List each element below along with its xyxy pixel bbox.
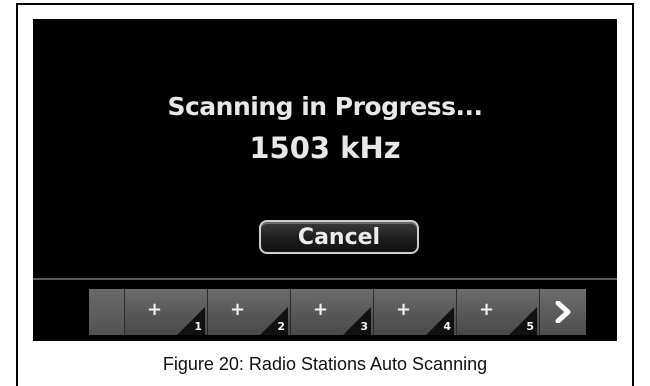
- preset-number: 1: [194, 320, 202, 333]
- figure-caption: Figure 20: Radio Stations Auto Scanning: [162, 354, 488, 374]
- plus-icon: +: [479, 299, 495, 320]
- preset-button-5[interactable]: + 5: [457, 289, 540, 335]
- preset-bar-start: [89, 289, 125, 335]
- frequency-readout: 1503 kHz: [249, 131, 401, 165]
- divider: [33, 278, 617, 280]
- plus-icon: +: [147, 299, 163, 320]
- preset-button-4[interactable]: + 4: [374, 289, 457, 335]
- plus-icon: +: [396, 299, 412, 320]
- cancel-button[interactable]: Cancel: [259, 220, 419, 254]
- preset-number: 3: [360, 320, 368, 333]
- plus-icon: +: [230, 299, 246, 320]
- scan-status-title: Scanning in Progress...: [167, 92, 483, 121]
- preset-button-3[interactable]: + 3: [291, 289, 374, 335]
- preset-number: 5: [526, 320, 534, 333]
- preset-button-2[interactable]: + 2: [208, 289, 291, 335]
- plus-icon: +: [313, 299, 329, 320]
- preset-bar: + 1 + 2 + 3 + 4 + 5: [89, 289, 605, 335]
- preset-number: 4: [443, 320, 451, 333]
- radio-screen: Scanning in Progress... 1503 kHz Cancel …: [33, 19, 617, 341]
- next-presets-button[interactable]: [540, 289, 586, 335]
- preset-number: 2: [277, 320, 285, 333]
- preset-button-1[interactable]: + 1: [125, 289, 208, 335]
- chevron-right-icon: [555, 301, 571, 323]
